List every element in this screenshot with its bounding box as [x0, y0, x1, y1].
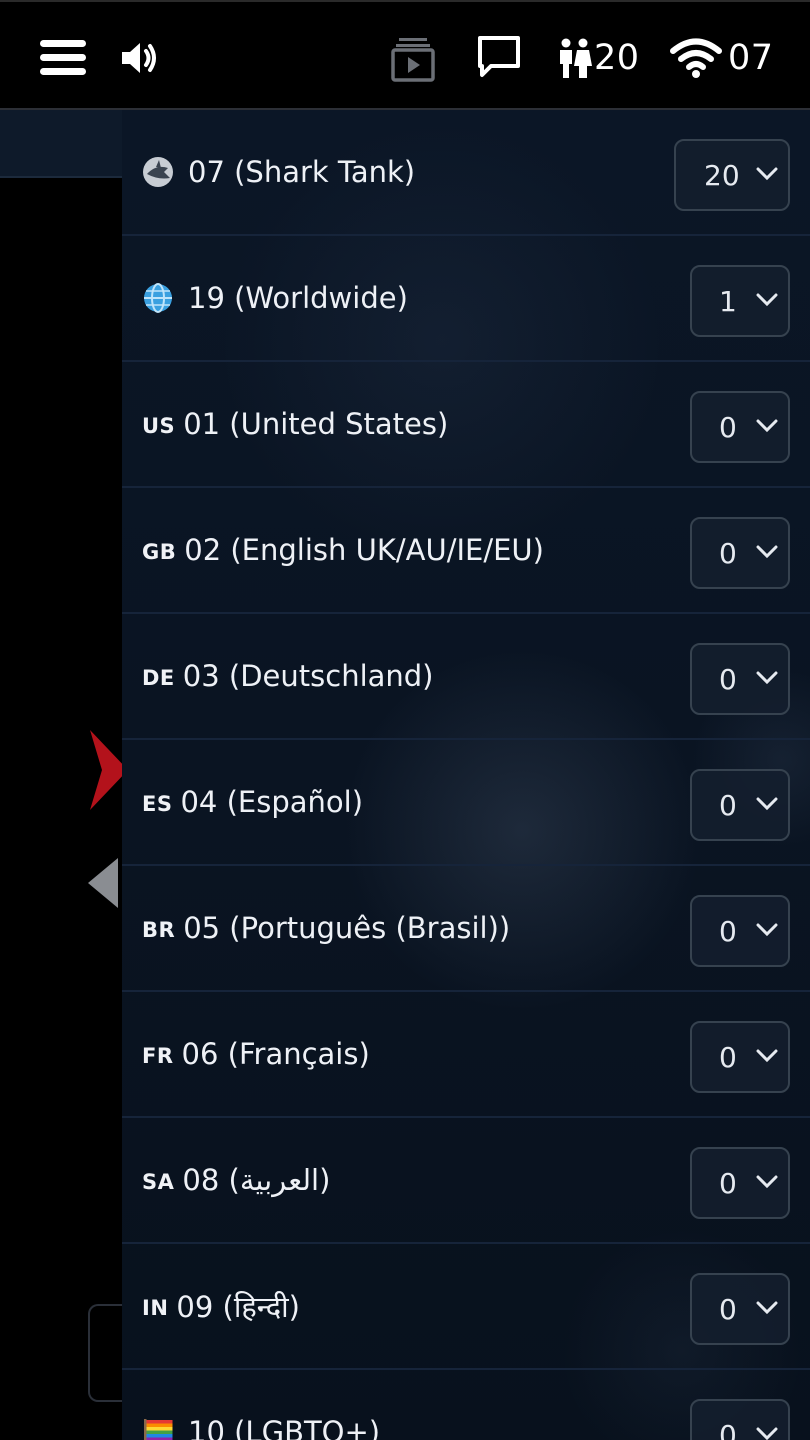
room-label: 07 (Shark Tank) — [188, 155, 416, 189]
room-label: 04 (Español) — [180, 785, 364, 819]
room-label: 01 (United States) — [183, 407, 449, 441]
country-code: SA — [142, 1170, 175, 1194]
room-count-select[interactable]: 0 — [690, 1147, 790, 1219]
room-count: 0 — [719, 410, 737, 444]
room-count-select[interactable]: 0 — [690, 391, 790, 463]
room-label: 05 (Português (Brasil)) — [183, 911, 511, 945]
playlist-icon[interactable] — [390, 36, 436, 82]
chevron-down-icon — [756, 1049, 778, 1063]
menu-icon[interactable] — [40, 36, 88, 78]
room-row[interactable]: 10 (LGBTQ+) 0 — [122, 1370, 810, 1440]
room-row[interactable]: ES 04 (Español) 0 — [122, 740, 810, 866]
room-count-select[interactable]: 0 — [690, 769, 790, 841]
room-row[interactable]: IN 09 (हिन्दी) 0 — [122, 1244, 810, 1370]
room-label: 08 (العربية) — [182, 1163, 331, 1197]
room-row[interactable]: US 01 (United States) 0 — [122, 362, 810, 488]
background-tab-bar — [0, 110, 122, 178]
room-list-panel: 07 (Shark Tank) 20 19 (Worldwide) 1 US 0… — [122, 110, 810, 1440]
room-count-select[interactable]: 0 — [690, 1021, 790, 1093]
room-row[interactable]: DE 03 (Deutschland) 0 — [122, 614, 810, 740]
room-label: 06 (Français) — [181, 1037, 370, 1071]
country-code: BR — [142, 918, 176, 942]
room-row[interactable]: GB 02 (English UK/AU/IE/EU) 0 — [122, 488, 810, 614]
country-code: ES — [142, 792, 173, 816]
chevron-down-icon — [756, 797, 778, 811]
room-label: 10 (LGBTQ+) — [188, 1415, 381, 1440]
room-indicator[interactable]: 07 — [670, 32, 774, 84]
room-row[interactable]: FR 06 (Français) 0 — [122, 992, 810, 1118]
chevron-down-icon — [756, 419, 778, 433]
room-count-select[interactable]: 0 — [690, 1399, 790, 1440]
room-count: 0 — [719, 536, 737, 570]
chevron-down-icon — [756, 1427, 778, 1440]
room-row[interactable]: SA 08 (العربية) 0 — [122, 1118, 810, 1244]
room-count-select[interactable]: 0 — [690, 1273, 790, 1345]
room-count: 0 — [719, 1292, 737, 1326]
country-code: GB — [142, 540, 177, 564]
room-count: 20 — [704, 158, 740, 192]
room-label: 02 (English UK/AU/IE/EU) — [184, 533, 544, 567]
country-code: FR — [142, 1044, 174, 1068]
chevron-down-icon — [756, 293, 778, 307]
users-count: 20 — [594, 38, 640, 78]
room-row[interactable]: 07 (Shark Tank) 20 — [122, 110, 810, 236]
chevron-down-icon — [756, 545, 778, 559]
chevron-down-icon — [756, 1301, 778, 1315]
room-count-select[interactable]: 0 — [690, 517, 790, 589]
users-indicator[interactable]: 20 — [558, 32, 640, 84]
room-count-select[interactable]: 0 — [690, 895, 790, 967]
room-count: 0 — [719, 1040, 737, 1074]
room-row[interactable]: BR 05 (Português (Brasil)) 0 — [122, 866, 810, 992]
chevron-down-icon — [756, 1175, 778, 1189]
room-count: 1 — [719, 284, 737, 318]
room-count-select[interactable]: 0 — [690, 643, 790, 715]
country-code: US — [142, 414, 176, 438]
chevron-down-icon — [756, 167, 778, 181]
room-count: 0 — [719, 1418, 737, 1440]
background-page — [0, 110, 130, 1440]
room-count: 0 — [719, 914, 737, 948]
rainbow-flag-icon — [144, 1419, 173, 1440]
room-number: 07 — [728, 38, 774, 78]
room-count-select[interactable]: 1 — [690, 265, 790, 337]
room-count: 0 — [719, 1166, 737, 1200]
room-row[interactable]: 19 (Worldwide) 1 — [122, 236, 810, 362]
room-count: 0 — [719, 788, 737, 822]
room-count-select[interactable]: 20 — [674, 139, 790, 211]
country-code: IN — [142, 1296, 169, 1320]
top-bar: 20 07 — [0, 0, 810, 110]
chevron-down-icon — [756, 671, 778, 685]
room-label: 03 (Deutschland) — [182, 659, 434, 693]
shark-icon — [143, 157, 173, 187]
people-icon — [560, 38, 592, 78]
chevron-down-icon — [756, 923, 778, 937]
room-count: 0 — [719, 662, 737, 696]
room-label: 09 (हिन्दी) — [176, 1289, 300, 1324]
globe-icon — [144, 283, 172, 313]
wifi-icon — [670, 38, 722, 78]
room-label: 19 (Worldwide) — [188, 281, 408, 315]
country-code: DE — [142, 666, 175, 690]
speaker-icon[interactable] — [118, 36, 162, 80]
chat-icon[interactable] — [476, 34, 522, 80]
